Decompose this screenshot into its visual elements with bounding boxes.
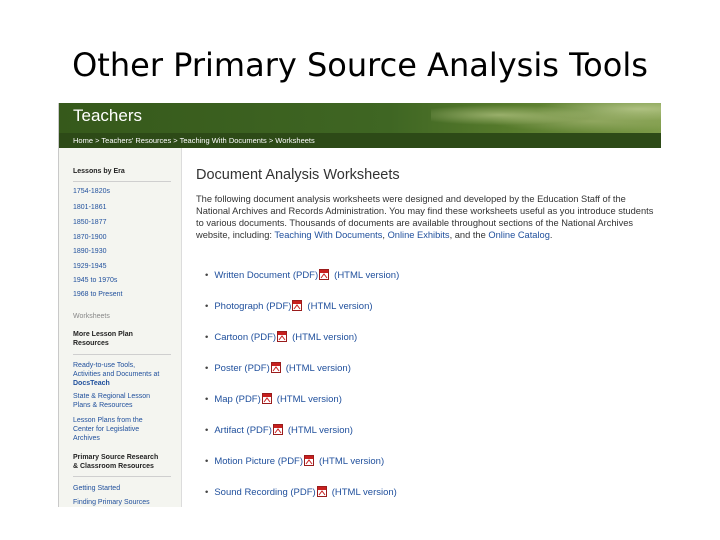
worksheet-pdf-link[interactable]: Sound Recording (PDF) <box>214 487 315 498</box>
section-title[interactable]: Teachers <box>73 106 142 126</box>
sidebar-item-getting-started[interactable]: Getting Started <box>73 485 120 494</box>
worksheet-item: • Written Document (PDF) (HTML version) <box>205 269 399 281</box>
worksheet-item: • Map (PDF) (HTML version) <box>205 393 342 405</box>
sidebar-item-center-legislative-line3[interactable]: Archives <box>73 435 100 444</box>
html-version-link[interactable]: (HTML version) <box>332 487 397 498</box>
pdf-icon[interactable] <box>319 269 330 280</box>
bullet: • <box>205 425 209 436</box>
sidebar-item-state-regional-line2[interactable]: Plans & Resources <box>73 402 133 411</box>
sidebar-heading-lessons: Lessons by Era <box>73 168 125 175</box>
sidebar-item-era[interactable]: 1754-1820s <box>73 188 110 197</box>
pdf-icon[interactable] <box>272 424 283 435</box>
sidebar-item-era[interactable]: 1870-1900 <box>73 234 106 243</box>
sidebar-heading-more-resources: More Lesson Plan <box>73 331 133 338</box>
pdf-icon[interactable] <box>277 331 288 342</box>
worksheet-item: • Sound Recording (PDF) (HTML version) <box>205 486 397 498</box>
worksheet-pdf-link[interactable]: Artifact (PDF) <box>214 425 272 436</box>
divider <box>73 181 171 182</box>
online-exhibits-link[interactable]: Online Exhibits <box>388 230 450 240</box>
sidebar-item-finding-sources[interactable]: Finding Primary Sources <box>73 499 150 507</box>
sidebar-item-docsteach[interactable]: DocsTeach <box>73 380 110 389</box>
bullet: • <box>205 301 209 312</box>
pdf-icon[interactable] <box>316 486 327 497</box>
sidebar-item-era[interactable]: 1850-1877 <box>73 219 106 228</box>
bullet: • <box>205 332 209 343</box>
html-version-link[interactable]: (HTML version) <box>334 270 399 281</box>
pdf-icon[interactable] <box>292 300 303 311</box>
sidebar-heading-primary-source: Primary Source Research <box>73 454 159 461</box>
pdf-icon[interactable] <box>304 455 315 466</box>
worksheet-pdf-link[interactable]: Cartoon (PDF) <box>214 332 276 343</box>
breadcrumb[interactable]: Home > Teachers' Resources > Teaching Wi… <box>59 133 661 148</box>
intro-period: . <box>549 230 553 240</box>
sidebar-item-era[interactable]: 1945 to 1970s <box>73 277 117 286</box>
slide-title: Other Primary Source Analysis Tools <box>72 46 648 84</box>
bullet: • <box>205 487 209 498</box>
teaching-with-documents-link[interactable]: Teaching With Documents <box>274 230 382 240</box>
worksheet-pdf-link[interactable]: Poster (PDF) <box>214 363 269 374</box>
html-version-link[interactable]: (HTML version) <box>307 301 372 312</box>
website-screenshot: Teachers Home > Teachers' Resources > Te… <box>58 103 661 507</box>
sidebar-item-era[interactable]: 1929-1945 <box>73 263 106 272</box>
worksheet-pdf-link[interactable]: Written Document (PDF) <box>214 270 318 281</box>
worksheet-item: • Artifact (PDF) (HTML version) <box>205 424 353 436</box>
worksheet-item: • Photograph (PDF) (HTML version) <box>205 300 373 312</box>
divider <box>73 354 171 355</box>
online-catalog-link[interactable]: Online Catalog <box>488 230 550 240</box>
intro-paragraph: The following document analysis workshee… <box>196 193 656 241</box>
sidebar-item-ready-tools[interactable]: Ready-to-use Tools, <box>73 362 135 371</box>
html-version-link[interactable]: (HTML version) <box>292 332 357 343</box>
bullet: • <box>205 394 209 405</box>
html-version-link[interactable]: (HTML version) <box>288 425 353 436</box>
worksheet-pdf-link[interactable]: Motion Picture (PDF) <box>214 456 303 467</box>
sidebar-item-worksheets[interactable]: Worksheets <box>73 313 110 322</box>
sidebar-item-state-regional[interactable]: State & Regional Lesson <box>73 393 150 402</box>
intro-separator: , and the <box>449 230 489 240</box>
page-title: Document Analysis Worksheets <box>196 167 400 183</box>
bullet: • <box>205 270 209 281</box>
sidebar-item-era[interactable]: 1890-1930 <box>73 248 106 257</box>
html-version-link[interactable]: (HTML version) <box>286 363 351 374</box>
sidebar-item-center-legislative[interactable]: Lesson Plans from the <box>73 417 143 426</box>
sidebar-item-era[interactable]: 1968 to Present <box>73 291 122 300</box>
bullet: • <box>205 363 209 374</box>
sidebar-item-era[interactable]: 1801-1861 <box>73 204 106 213</box>
sidebar-item-center-legislative-line2[interactable]: Center for Legislative <box>73 426 139 435</box>
divider <box>73 476 171 477</box>
sidebar-item-ready-tools-line2[interactable]: Activities and Documents at <box>73 371 159 380</box>
sidebar: Lessons by Era 1754-1820s 1801-1861 1850… <box>59 148 182 507</box>
pdf-icon[interactable] <box>261 393 272 404</box>
site-banner: Teachers <box>59 103 661 133</box>
html-version-link[interactable]: (HTML version) <box>319 456 384 467</box>
worksheet-item: • Poster (PDF) (HTML version) <box>205 362 351 374</box>
worksheet-pdf-link[interactable]: Map (PDF) <box>214 394 260 405</box>
sidebar-heading-more-resources-line2: Resources <box>73 340 109 347</box>
pdf-icon[interactable] <box>270 362 281 373</box>
html-version-link[interactable]: (HTML version) <box>277 394 342 405</box>
banner-decoration <box>431 103 661 133</box>
worksheet-item: • Motion Picture (PDF) (HTML version) <box>205 455 384 467</box>
sidebar-heading-primary-source-line2: & Classroom Resources <box>73 463 154 470</box>
bullet: • <box>205 456 209 467</box>
worksheet-pdf-link[interactable]: Photograph (PDF) <box>214 301 291 312</box>
worksheet-item: • Cartoon (PDF) (HTML version) <box>205 331 357 343</box>
